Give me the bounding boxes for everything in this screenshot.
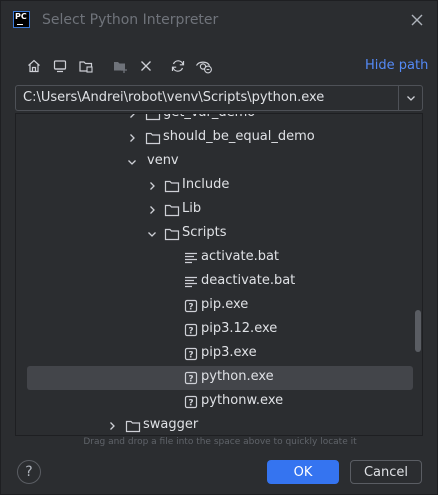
tree-row-label: pip3.12.exe bbox=[201, 321, 278, 336]
tree-row-label: Lib bbox=[182, 201, 202, 216]
delete-icon[interactable] bbox=[135, 55, 157, 77]
pycharm-logo-icon: PC bbox=[13, 11, 30, 28]
tree-row[interactable]: Lib bbox=[16, 198, 422, 222]
tree-scrollbar[interactable] bbox=[415, 310, 421, 352]
path-history-dropdown[interactable] bbox=[398, 86, 422, 110]
tree-row-label: venv bbox=[147, 153, 179, 168]
path-value[interactable]: C:\Users\Andrei\robot\venv\Scripts\pytho… bbox=[23, 90, 324, 105]
chevron-down-icon[interactable] bbox=[126, 156, 138, 168]
chevron-right-icon[interactable] bbox=[146, 180, 158, 192]
show-hidden-icon[interactable] bbox=[193, 55, 215, 77]
tree-row-label: pip3.exe bbox=[201, 345, 257, 360]
refresh-icon[interactable] bbox=[167, 55, 189, 77]
tree-row-label: pythonw.exe bbox=[201, 393, 284, 408]
app-icon-text: PC bbox=[15, 12, 27, 21]
folder-icon bbox=[145, 130, 161, 146]
chevron-down-icon bbox=[406, 96, 415, 101]
chevron-right-icon[interactable] bbox=[126, 132, 138, 144]
tree-row[interactable]: ? python.exe bbox=[16, 366, 422, 390]
path-input[interactable]: C:\Users\Andrei\robot\venv\Scripts\pytho… bbox=[15, 85, 423, 111]
chevron-right-icon[interactable] bbox=[126, 114, 138, 120]
tree-row[interactable]: ? pythonw.exe bbox=[16, 390, 422, 414]
project-folder-icon[interactable] bbox=[75, 55, 97, 77]
tree-row[interactable]: ? pip3.exe bbox=[16, 342, 422, 366]
hide-path-link[interactable]: Hide path bbox=[365, 58, 428, 73]
tree-row[interactable]: swagger bbox=[16, 414, 422, 435]
tree-row[interactable]: ? pip3.12.exe bbox=[16, 318, 422, 342]
tree-row-label: python.exe bbox=[201, 369, 274, 384]
chevron-down-icon[interactable] bbox=[146, 228, 158, 240]
desktop-icon[interactable] bbox=[49, 55, 71, 77]
tree-row[interactable]: should_be_equal_demo bbox=[16, 126, 422, 150]
cancel-button[interactable]: Cancel bbox=[350, 460, 422, 484]
folder-icon bbox=[164, 226, 180, 242]
tree-row-label: pip.exe bbox=[201, 297, 249, 312]
tree-row[interactable]: Scripts bbox=[16, 222, 422, 246]
tree-row[interactable]: get_var_demo bbox=[16, 114, 422, 126]
dialog-title: Select Python Interpreter bbox=[42, 12, 219, 28]
tree-row[interactable]: venv bbox=[16, 150, 422, 174]
tree-row-label: should_be_equal_demo bbox=[163, 129, 315, 144]
title-bar: PC Select Python Interpreter bbox=[1, 1, 437, 39]
ok-button[interactable]: OK bbox=[267, 460, 339, 484]
unknown-file-icon: ? bbox=[183, 322, 199, 338]
tree-row-label: Include bbox=[182, 177, 230, 192]
drag-drop-hint: Drag and drop a file into the space abov… bbox=[83, 437, 357, 447]
file-tree[interactable]: get_var_demo should_be_equal_demovenvIncl… bbox=[15, 113, 423, 436]
tree-row-label: Scripts bbox=[182, 225, 227, 240]
text-file-icon bbox=[183, 250, 199, 266]
folder-icon bbox=[164, 178, 180, 194]
text-file-icon bbox=[183, 274, 199, 290]
tree-row-label: activate.bat bbox=[201, 249, 280, 264]
svg-text:?: ? bbox=[188, 375, 193, 385]
svg-text:?: ? bbox=[188, 303, 193, 313]
home-icon[interactable] bbox=[23, 55, 45, 77]
unknown-file-icon: ? bbox=[183, 298, 199, 314]
unknown-file-icon: ? bbox=[183, 370, 199, 386]
svg-text:?: ? bbox=[188, 327, 193, 337]
folder-icon bbox=[125, 418, 141, 434]
select-interpreter-dialog: PC Select Python Interpreter Hide path C… bbox=[0, 0, 438, 495]
unknown-file-icon: ? bbox=[183, 346, 199, 362]
folder-icon bbox=[164, 202, 180, 218]
unknown-file-icon: ? bbox=[183, 394, 199, 410]
help-button[interactable]: ? bbox=[17, 460, 41, 484]
tree-row-label: deactivate.bat bbox=[201, 273, 296, 288]
tree-row[interactable]: Include bbox=[16, 174, 422, 198]
new-folder-icon[interactable] bbox=[109, 55, 131, 77]
tree-row[interactable]: ? pip.exe bbox=[16, 294, 422, 318]
close-icon[interactable] bbox=[407, 10, 427, 30]
chevron-right-icon[interactable] bbox=[146, 204, 158, 216]
svg-text:?: ? bbox=[188, 351, 193, 361]
chevron-right-icon[interactable] bbox=[106, 420, 118, 432]
tree-row[interactable]: activate.bat bbox=[16, 246, 422, 270]
tree-row-label: swagger bbox=[143, 417, 199, 432]
folder-icon bbox=[145, 114, 161, 122]
tree-row-label: get_var_demo bbox=[163, 114, 255, 120]
tree-row[interactable]: deactivate.bat bbox=[16, 270, 422, 294]
svg-text:?: ? bbox=[188, 399, 193, 409]
